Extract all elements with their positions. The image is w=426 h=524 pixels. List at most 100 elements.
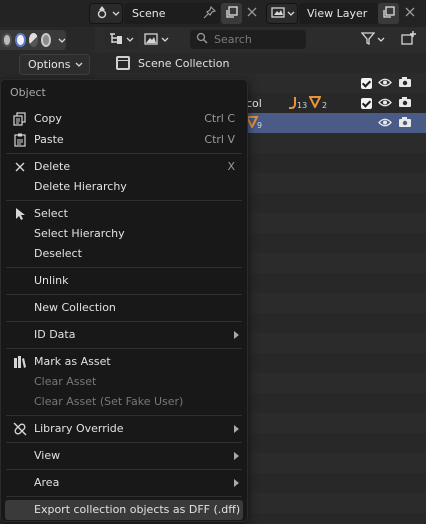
- eye-icon[interactable]: [378, 97, 392, 111]
- duplicate-icon: [382, 5, 395, 22]
- menu-item-label: ID Data: [34, 328, 76, 341]
- menu-item-label: Unlink: [34, 274, 69, 287]
- delete-scene-button[interactable]: [241, 3, 262, 24]
- close-icon: [247, 7, 257, 20]
- options-dropdown[interactable]: Options: [19, 54, 90, 75]
- delete-view-layer-button[interactable]: [399, 3, 420, 24]
- copy-icon: [13, 112, 27, 126]
- menu-item-export-dff[interactable]: Export collection objects as DFF (.dff): [5, 500, 243, 520]
- paste-icon: [13, 133, 27, 147]
- shading-mode-group: [0, 30, 66, 50]
- eye-icon[interactable]: [378, 117, 392, 131]
- menu-item-delete-hierarchy[interactable]: Delete Hierarchy: [5, 177, 243, 197]
- scene-browse-button[interactable]: [89, 3, 123, 24]
- scene-collection-row[interactable]: Scene Collection: [95, 53, 426, 73]
- cursor-icon: [13, 207, 27, 221]
- menu-item-select[interactable]: Select: [5, 204, 243, 224]
- solid-shading-icon[interactable]: [15, 33, 26, 47]
- new-view-layer-button[interactable]: [378, 3, 399, 24]
- rendered-shading-icon[interactable]: [40, 33, 51, 47]
- scene-icon: [95, 5, 109, 22]
- menu-item-shortcut: Ctrl V: [204, 133, 235, 146]
- chevron-down-icon: [75, 58, 83, 71]
- menu-item-unlink[interactable]: Unlink: [5, 271, 243, 291]
- menu-item-paste[interactable]: Paste Ctrl V: [5, 130, 243, 150]
- chevron-down-icon: [287, 7, 295, 20]
- collection-icon: [115, 55, 131, 74]
- material-shading-icon[interactable]: [28, 33, 38, 47]
- exclude-checkbox[interactable]: [361, 78, 372, 89]
- filter-icon: [360, 31, 376, 48]
- chevron-down-icon: [377, 33, 385, 46]
- row-label: col: [246, 97, 262, 110]
- menu-item-label: Select: [34, 207, 68, 220]
- badge-count: 2: [322, 101, 328, 110]
- view-layer-name-field[interactable]: View Layer: [299, 3, 379, 24]
- chevron-down-icon[interactable]: [58, 34, 66, 47]
- menu-item-mark-as-asset[interactable]: Mark as Asset: [5, 352, 243, 372]
- close-icon: [13, 160, 27, 174]
- menu-item-id-data[interactable]: ID Data: [5, 325, 243, 345]
- submenu-arrow-icon: [234, 452, 239, 460]
- search-input[interactable]: Search: [190, 30, 306, 49]
- object-context-menu: Object Copy Ctrl C Paste Ctrl V Delete X…: [0, 79, 248, 522]
- menu-item-area[interactable]: Area: [5, 473, 243, 493]
- camera-icon[interactable]: [398, 96, 412, 111]
- display-mode-dropdown[interactable]: [105, 30, 139, 49]
- outliner-icon: [109, 32, 123, 48]
- pin-scene-button[interactable]: [199, 3, 220, 24]
- search-placeholder: Search: [214, 33, 252, 46]
- menu-item-label: View: [34, 449, 61, 462]
- menu-separator: [6, 415, 242, 416]
- top-bar: Scene View Layer: [0, 0, 426, 27]
- menu-title: Object: [10, 86, 46, 99]
- menu-item-label: Delete: [34, 160, 71, 173]
- menu-separator: [6, 153, 242, 154]
- camera-icon[interactable]: [398, 116, 412, 131]
- view-layer-browse-button[interactable]: [266, 3, 298, 24]
- menu-item-label: Mark as Asset: [34, 355, 111, 368]
- menu-item-label: Select Hierarchy: [34, 227, 125, 240]
- menu-item-label: Deselect: [34, 247, 82, 260]
- menu-item-delete[interactable]: Delete X: [5, 157, 243, 177]
- options-label: Options: [28, 58, 71, 71]
- scene-name: Scene: [132, 7, 166, 20]
- menu-item-label: Library Override: [34, 422, 124, 435]
- new-scene-button[interactable]: [221, 3, 242, 24]
- menu-item-clear-asset-fake-user[interactable]: Clear Asset (Set Fake User): [5, 392, 243, 412]
- search-icon: [196, 32, 208, 47]
- camera-icon[interactable]: [398, 76, 412, 91]
- filter-type-dropdown[interactable]: [142, 30, 172, 49]
- menu-separator: [6, 469, 242, 470]
- filter-dropdown[interactable]: [360, 30, 391, 49]
- menu-separator: [6, 348, 242, 349]
- menu-item-select-hierarchy[interactable]: Select Hierarchy: [5, 224, 243, 244]
- menu-item-label: Delete Hierarchy: [34, 180, 127, 193]
- chevron-down-icon: [112, 7, 120, 20]
- menu-item-label: Clear Asset: [34, 375, 97, 388]
- wireframe-shading-icon[interactable]: [2, 33, 13, 47]
- menu-item-copy[interactable]: Copy Ctrl C: [5, 109, 243, 129]
- menu-item-deselect[interactable]: Deselect: [5, 244, 243, 264]
- eye-icon[interactable]: [378, 77, 392, 91]
- menu-item-label: Export collection objects as DFF (.dff): [34, 503, 241, 516]
- menu-item-label: New Collection: [34, 301, 116, 314]
- menu-item-shortcut: X: [227, 160, 235, 173]
- menu-separator: [6, 267, 242, 268]
- badge-count: 9: [257, 121, 263, 130]
- menu-item-new-collection[interactable]: New Collection: [5, 298, 243, 318]
- exclude-checkbox[interactable]: [361, 98, 372, 109]
- close-icon: [405, 7, 415, 20]
- chevron-down-icon: [126, 33, 134, 46]
- new-collection-icon: [400, 31, 416, 48]
- menu-item-library-override[interactable]: Library Override: [5, 419, 243, 439]
- menu-item-label: Paste: [34, 133, 64, 146]
- menu-separator: [6, 496, 242, 497]
- menu-item-clear-asset[interactable]: Clear Asset: [5, 372, 243, 392]
- menu-item-view[interactable]: View: [5, 446, 243, 466]
- library-override-icon: [13, 422, 27, 436]
- new-collection-button[interactable]: [398, 30, 418, 49]
- duplicate-icon: [225, 5, 238, 22]
- view-layer-name: View Layer: [307, 7, 368, 20]
- menu-separator: [6, 442, 242, 443]
